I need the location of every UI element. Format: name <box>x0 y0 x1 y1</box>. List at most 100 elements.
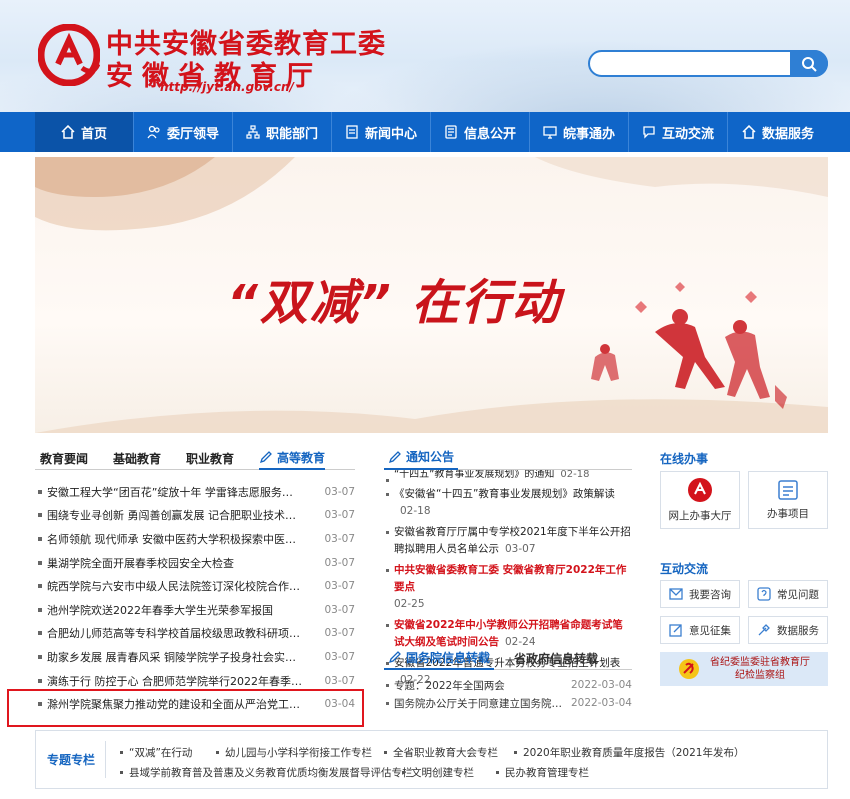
tab-state-council[interactable]: 国务院信息转载 <box>384 646 495 670</box>
tab-vocational-education[interactable]: 职业教育 <box>186 446 234 470</box>
news-tabs: 教育要闻 基础教育 职业教育 高等教育 <box>35 446 355 470</box>
nav-item-label: 互动交流 <box>661 126 714 142</box>
tools-icon <box>758 624 770 636</box>
discipline-line2: 纪检监察组 <box>735 670 785 681</box>
people-icon <box>147 125 160 139</box>
nav-item-info-public[interactable]: 信息公开 <box>431 112 530 152</box>
notice-text[interactable]: 中共安徽省委教育工委 安徽省教育厅2022年工作要点 <box>394 564 626 593</box>
nav-item-wanshitong[interactable]: 皖事通办 <box>530 112 629 152</box>
bullet-icon <box>38 654 42 659</box>
list-item[interactable]: 巢湖学院全面开展春季校园安全大检查 03-07 <box>35 551 355 575</box>
search-button[interactable] <box>790 50 828 77</box>
news-title[interactable]: 名师领航 现代师承 安徽中医药大学积极探索中医药... <box>47 531 303 547</box>
home-icon <box>61 125 75 139</box>
list-item[interactable]: “十四五”教育事业发展规划》的通知 02-18 <box>384 470 632 484</box>
party-emblem-icon <box>679 659 699 679</box>
notice-date: 02-25 <box>394 598 425 610</box>
home-icon <box>742 125 756 139</box>
hero-banner[interactable]: “双减” 在行动 <box>35 157 828 433</box>
consult-button[interactable]: 我要咨询 <box>660 580 740 608</box>
bullet-icon <box>38 607 42 612</box>
news-title[interactable]: 合肥幼儿师范高等专科学校首届校级思政教科研项目... <box>47 625 303 641</box>
tab-notice[interactable]: 通知公告 <box>384 446 459 470</box>
list-item[interactable]: 专题：2022年全国两会 2022-03-04 <box>384 676 632 694</box>
tab-provincial-gov[interactable]: 省政府信息转载 <box>510 646 602 670</box>
nav-item-leaders[interactable]: 委厅领导 <box>134 112 233 152</box>
tab-education-news[interactable]: 教育要闻 <box>40 446 88 470</box>
news-icon <box>346 125 358 139</box>
main-nav: 首页 委厅领导 职能部门 新闻中心 信息公开 皖事通办 互动交流 数据服务 <box>0 112 850 152</box>
nav-item-home[interactable]: 首页 <box>35 112 134 152</box>
gov-list: 专题：2022年全国两会 2022-03-04 国务院办公厅关于同意建立国务院参事… <box>384 676 632 712</box>
notice-text[interactable]: “十四五”教育事业发展规划》的通知 <box>394 470 554 480</box>
news-list: 安徽工程大学“团百花”绽放十年 学雷锋志愿服务从... 03-07 围绕专业寻创新… <box>35 480 355 716</box>
online-service-title: 在线办事 <box>660 451 709 466</box>
mail-icon <box>669 588 683 600</box>
news-title[interactable]: 池州学院欢送2022年春季大学生光荣参军报国 <box>47 602 303 618</box>
notice-header: 通知公告 <box>384 446 632 470</box>
topic-link[interactable]: 民办教育管理专栏 <box>496 765 589 780</box>
service-hall-label: 网上办事大厅 <box>668 510 732 522</box>
gov-title[interactable]: 国务院办公厅关于同意建立国务院参事建言... <box>394 696 564 711</box>
news-date: 03-07 <box>324 509 355 522</box>
list-item[interactable]: 名师领航 现代师承 安徽中医药大学积极探索中医药... 03-07 <box>35 527 355 551</box>
search-input[interactable] <box>600 55 790 73</box>
nav-item-news[interactable]: 新闻中心 <box>332 112 431 152</box>
discipline-line1: 省纪委监委驻省教育厅 <box>710 657 810 668</box>
list-item[interactable]: 安徽工程大学“团百花”绽放十年 学雷锋志愿服务从... 03-07 <box>35 480 355 504</box>
news-date: 03-07 <box>324 650 355 663</box>
nav-item-interaction[interactable]: 互动交流 <box>629 112 728 152</box>
news-title[interactable]: 安徽工程大学“团百花”绽放十年 学雷锋志愿服务从... <box>47 484 303 500</box>
site-logo-icon[interactable] <box>38 24 100 86</box>
topic-link[interactable]: 文明创建专栏 <box>402 765 474 780</box>
bullet-icon <box>38 489 42 494</box>
news-title[interactable]: 巢湖学院全面开展春季校园安全大检查 <box>47 555 303 571</box>
notice-text[interactable]: 《安徽省“十四五”教育事业发展规划》政策解读 <box>394 488 615 500</box>
faq-button[interactable]: 常见问题 <box>748 580 828 608</box>
topics-bar: 专题专栏 “双减”在行动 幼儿园与小学科学衔接工作专栏 全省职业教育大会专栏 2… <box>35 730 828 789</box>
highlight-box <box>7 689 364 727</box>
service-hall-button[interactable]: 网上办事大厅 <box>660 471 740 529</box>
tab-basic-education[interactable]: 基础教育 <box>113 446 161 470</box>
bullet-icon <box>38 536 42 541</box>
service-items-button[interactable]: 办事项目 <box>748 471 828 529</box>
list-item[interactable]: 《安徽省“十四五”教育事业发展规划》政策解读 02-18 <box>384 484 632 522</box>
gov-title[interactable]: 专题：2022年全国两会 <box>394 678 564 693</box>
topic-link[interactable]: 全省职业教育大会专栏 <box>384 745 498 760</box>
chat-icon <box>643 126 655 139</box>
tab-label: 高等教育 <box>277 450 326 465</box>
opinion-button[interactable]: 意见征集 <box>660 616 740 644</box>
nav-item-departments[interactable]: 职能部门 <box>233 112 332 152</box>
topics-label: 专题专栏 <box>36 731 106 788</box>
list-item[interactable]: 安徽省教育厅厅属中专学校2021年度下半年公开招聘拟聘用人员名单公示 03-07 <box>384 522 632 560</box>
nav-item-data-service[interactable]: 数据服务 <box>728 112 828 152</box>
tab-higher-education[interactable]: 高等教育 <box>259 446 326 470</box>
opinion-label: 意见征集 <box>689 624 731 637</box>
list-item[interactable]: 皖西学院与六安市中级人民法院签订深化校院合作协议 03-07 <box>35 574 355 598</box>
question-icon <box>757 587 771 601</box>
nav-item-label: 首页 <box>80 126 107 142</box>
topic-link[interactable]: 幼儿园与小学科学衔接工作专栏 <box>216 745 372 760</box>
list-item[interactable]: 国务院办公厅关于同意建立国务院参事建言... 2022-03-04 <box>384 694 632 712</box>
topic-link[interactable]: “双减”在行动 <box>120 745 192 760</box>
news-title[interactable]: 助家乡发展 展青春风采 铜陵学院学子投身社会实践... <box>47 649 303 665</box>
list-item[interactable]: 池州学院欢送2022年春季大学生光荣参军报国 03-07 <box>35 598 355 622</box>
gov-date: 2022-03-04 <box>570 697 632 709</box>
list-item[interactable]: 助家乡发展 展青春风采 铜陵学院学子投身社会实践... 03-07 <box>35 645 355 669</box>
list-item[interactable]: 围绕专业寻创新 勇闯善创赢发展 记合肥职业技术学... 03-07 <box>35 504 355 528</box>
discipline-inspection-banner[interactable]: 省纪委监委驻省教育厅 纪检监察组 <box>660 652 828 686</box>
news-date: 03-07 <box>324 556 355 569</box>
nav-item-label: 新闻中心 <box>364 126 417 142</box>
topic-link[interactable]: 2020年职业教育质量年度报告（2021年发布） <box>514 745 744 760</box>
list-item[interactable]: 合肥幼儿师范高等专科学校首届校级思政教科研项目... 03-07 <box>35 622 355 646</box>
data-service-button[interactable]: 数据服务 <box>748 616 828 644</box>
faq-label: 常见问题 <box>777 588 819 601</box>
topic-link[interactable]: 县域学前教育普及普惠及义务教育优质均衡发展督导评估专栏 <box>120 765 413 780</box>
notice-title: 通知公告 <box>406 450 455 464</box>
data-service-label: 数据服务 <box>777 624 819 637</box>
news-title[interactable]: 演练于行 防控于心 合肥师范学院举行2022年春季学... <box>47 673 303 689</box>
list-item[interactable]: 中共安徽省委教育工委 安徽省教育厅2022年工作要点 02-25 <box>384 560 632 615</box>
site-url: http://jyt.ah.gov.cn/ <box>160 80 294 94</box>
news-title[interactable]: 围绕专业寻创新 勇闯善创赢发展 记合肥职业技术学... <box>47 507 303 523</box>
news-title[interactable]: 皖西学院与六安市中级人民法院签订深化校院合作协议 <box>47 578 303 594</box>
